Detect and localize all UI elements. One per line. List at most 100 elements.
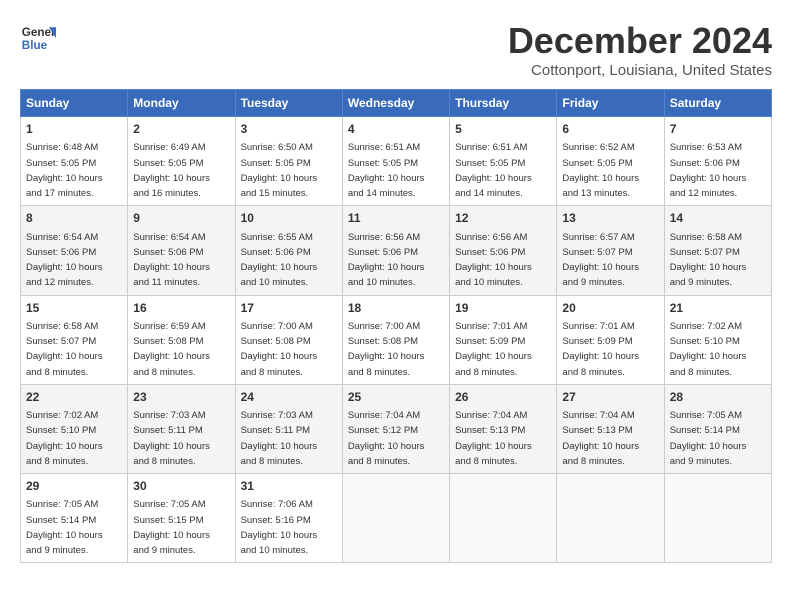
calendar-day-cell: 5 Sunrise: 6:51 AM Sunset: 5:05 PM Daylig… xyxy=(450,117,557,206)
calendar-day-cell: 22Sunrise: 7:02 AM Sunset: 5:10 PM Dayli… xyxy=(21,384,128,473)
calendar-day-cell: 30Sunrise: 7:05 AM Sunset: 5:15 PM Dayli… xyxy=(128,474,235,563)
svg-text:Blue: Blue xyxy=(22,39,48,52)
day-number: 3 xyxy=(241,121,337,138)
day-info: Sunrise: 7:00 AM Sunset: 5:08 PM Dayligh… xyxy=(348,321,425,378)
day-number: 31 xyxy=(241,478,337,495)
day-number: 20 xyxy=(562,300,658,317)
day-number: 12 xyxy=(455,210,551,227)
calendar-day-cell: 26 Sunrise: 7:04 AM Sunset: 5:13 PM Dayli… xyxy=(450,384,557,473)
calendar-day-cell: 13Sunrise: 6:57 AM Sunset: 5:07 PM Dayli… xyxy=(557,206,664,295)
calendar-day-cell: 18 Sunrise: 7:00 AM Sunset: 5:08 PM Dayli… xyxy=(342,295,449,384)
day-info: Sunrise: 7:01 AM Sunset: 5:09 PM Dayligh… xyxy=(562,321,639,378)
day-info: Sunrise: 7:03 AM Sunset: 5:11 PM Dayligh… xyxy=(241,410,318,467)
day-info: Sunrise: 7:00 AM Sunset: 5:08 PM Dayligh… xyxy=(241,321,318,378)
calendar-day-cell: 25 Sunrise: 7:04 AM Sunset: 5:12 PM Dayli… xyxy=(342,384,449,473)
day-info: Sunrise: 6:48 AM Sunset: 5:05 PM Dayligh… xyxy=(26,142,103,199)
day-number: 6 xyxy=(562,121,658,138)
day-number: 26 xyxy=(455,389,551,406)
day-number: 8 xyxy=(26,210,122,227)
calendar-week-row: 22Sunrise: 7:02 AM Sunset: 5:10 PM Dayli… xyxy=(21,384,772,473)
day-number: 11 xyxy=(348,210,444,227)
calendar-day-cell: 29 Sunrise: 7:05 AM Sunset: 5:14 PM Dayli… xyxy=(21,474,128,563)
calendar-day-cell: 1 Sunrise: 6:48 AM Sunset: 5:05 PM Daylig… xyxy=(21,117,128,206)
day-info: Sunrise: 6:53 AM Sunset: 5:06 PM Dayligh… xyxy=(670,142,747,199)
calendar-day-cell: 16Sunrise: 6:59 AM Sunset: 5:08 PM Dayli… xyxy=(128,295,235,384)
day-number: 7 xyxy=(670,121,766,138)
weekday-header-cell: Saturday xyxy=(664,90,771,117)
day-info: Sunrise: 6:50 AM Sunset: 5:05 PM Dayligh… xyxy=(241,142,318,199)
day-number: 19 xyxy=(455,300,551,317)
day-info: Sunrise: 6:54 AM Sunset: 5:06 PM Dayligh… xyxy=(26,232,103,289)
calendar-week-row: 8 Sunrise: 6:54 AM Sunset: 5:06 PM Daylig… xyxy=(21,206,772,295)
day-info: Sunrise: 6:52 AM Sunset: 5:05 PM Dayligh… xyxy=(562,142,639,199)
day-number: 5 xyxy=(455,121,551,138)
calendar-table: SundayMondayTuesdayWednesdayThursdayFrid… xyxy=(20,89,772,563)
calendar-day-cell: 6 Sunrise: 6:52 AM Sunset: 5:05 PM Daylig… xyxy=(557,117,664,206)
weekday-header-cell: Friday xyxy=(557,90,664,117)
calendar-day-cell: 8 Sunrise: 6:54 AM Sunset: 5:06 PM Daylig… xyxy=(21,206,128,295)
calendar-day-cell: 24 Sunrise: 7:03 AM Sunset: 5:11 PM Dayli… xyxy=(235,384,342,473)
day-info: Sunrise: 6:51 AM Sunset: 5:05 PM Dayligh… xyxy=(348,142,425,199)
calendar-day-cell: 17 Sunrise: 7:00 AM Sunset: 5:08 PM Dayli… xyxy=(235,295,342,384)
calendar-day-cell: 2 Sunrise: 6:49 AM Sunset: 5:05 PM Daylig… xyxy=(128,117,235,206)
day-number: 27 xyxy=(562,389,658,406)
day-info: Sunrise: 6:51 AM Sunset: 5:05 PM Dayligh… xyxy=(455,142,532,199)
day-info: Sunrise: 7:05 AM Sunset: 5:14 PM Dayligh… xyxy=(670,410,747,467)
calendar-day-cell: 9Sunrise: 6:54 AM Sunset: 5:06 PM Daylig… xyxy=(128,206,235,295)
day-info: Sunrise: 7:05 AM Sunset: 5:14 PM Dayligh… xyxy=(26,499,103,556)
calendar-week-row: 1 Sunrise: 6:48 AM Sunset: 5:05 PM Daylig… xyxy=(21,117,772,206)
day-info: Sunrise: 7:04 AM Sunset: 5:13 PM Dayligh… xyxy=(455,410,532,467)
day-number: 2 xyxy=(133,121,229,138)
calendar-day-cell: 4 Sunrise: 6:51 AM Sunset: 5:05 PM Daylig… xyxy=(342,117,449,206)
weekday-header-cell: Thursday xyxy=(450,90,557,117)
calendar-day-cell xyxy=(450,474,557,563)
calendar-day-cell: 27 Sunrise: 7:04 AM Sunset: 5:13 PM Dayli… xyxy=(557,384,664,473)
calendar-day-cell: 11 Sunrise: 6:56 AM Sunset: 5:06 PM Dayli… xyxy=(342,206,449,295)
calendar-day-cell: 15 Sunrise: 6:58 AM Sunset: 5:07 PM Dayli… xyxy=(21,295,128,384)
calendar-day-cell: 28 Sunrise: 7:05 AM Sunset: 5:14 PM Dayli… xyxy=(664,384,771,473)
day-info: Sunrise: 6:59 AM Sunset: 5:08 PM Dayligh… xyxy=(133,321,210,378)
weekday-header-cell: Wednesday xyxy=(342,90,449,117)
calendar-day-cell: 31 Sunrise: 7:06 AM Sunset: 5:16 PM Dayli… xyxy=(235,474,342,563)
calendar-day-cell: 23Sunrise: 7:03 AM Sunset: 5:11 PM Dayli… xyxy=(128,384,235,473)
day-number: 15 xyxy=(26,300,122,317)
calendar-day-cell: 10 Sunrise: 6:55 AM Sunset: 5:06 PM Dayli… xyxy=(235,206,342,295)
day-number: 25 xyxy=(348,389,444,406)
day-info: Sunrise: 6:57 AM Sunset: 5:07 PM Dayligh… xyxy=(562,232,639,289)
day-number: 28 xyxy=(670,389,766,406)
page-header: General Blue General Blue December 2024 … xyxy=(20,20,772,79)
day-number: 14 xyxy=(670,210,766,227)
calendar-week-row: 15 Sunrise: 6:58 AM Sunset: 5:07 PM Dayli… xyxy=(21,295,772,384)
day-number: 23 xyxy=(133,389,229,406)
day-number: 17 xyxy=(241,300,337,317)
day-number: 24 xyxy=(241,389,337,406)
day-info: Sunrise: 6:56 AM Sunset: 5:06 PM Dayligh… xyxy=(348,232,425,289)
month-title: December 2024 xyxy=(508,20,772,62)
day-info: Sunrise: 6:56 AM Sunset: 5:06 PM Dayligh… xyxy=(455,232,532,289)
logo-icon: General Blue xyxy=(20,20,56,56)
weekday-header-cell: Tuesday xyxy=(235,90,342,117)
day-number: 21 xyxy=(670,300,766,317)
calendar-day-cell xyxy=(557,474,664,563)
title-area: December 2024 Cottonport, Louisiana, Uni… xyxy=(508,20,772,79)
day-number: 18 xyxy=(348,300,444,317)
day-info: Sunrise: 6:49 AM Sunset: 5:05 PM Dayligh… xyxy=(133,142,210,199)
day-info: Sunrise: 6:54 AM Sunset: 5:06 PM Dayligh… xyxy=(133,232,210,289)
day-number: 30 xyxy=(133,478,229,495)
day-info: Sunrise: 7:04 AM Sunset: 5:13 PM Dayligh… xyxy=(562,410,639,467)
calendar-day-cell: 14Sunrise: 6:58 AM Sunset: 5:07 PM Dayli… xyxy=(664,206,771,295)
weekday-header-cell: Sunday xyxy=(21,90,128,117)
day-info: Sunrise: 7:01 AM Sunset: 5:09 PM Dayligh… xyxy=(455,321,532,378)
day-info: Sunrise: 7:06 AM Sunset: 5:16 PM Dayligh… xyxy=(241,499,318,556)
day-info: Sunrise: 6:55 AM Sunset: 5:06 PM Dayligh… xyxy=(241,232,318,289)
calendar-body: 1 Sunrise: 6:48 AM Sunset: 5:05 PM Daylig… xyxy=(21,117,772,563)
day-number: 1 xyxy=(26,121,122,138)
day-info: Sunrise: 6:58 AM Sunset: 5:07 PM Dayligh… xyxy=(26,321,103,378)
day-info: Sunrise: 7:02 AM Sunset: 5:10 PM Dayligh… xyxy=(26,410,103,467)
day-info: Sunrise: 7:04 AM Sunset: 5:12 PM Dayligh… xyxy=(348,410,425,467)
day-number: 4 xyxy=(348,121,444,138)
calendar-day-cell: 21Sunrise: 7:02 AM Sunset: 5:10 PM Dayli… xyxy=(664,295,771,384)
day-number: 10 xyxy=(241,210,337,227)
logo: General Blue General Blue xyxy=(20,20,56,56)
day-number: 29 xyxy=(26,478,122,495)
